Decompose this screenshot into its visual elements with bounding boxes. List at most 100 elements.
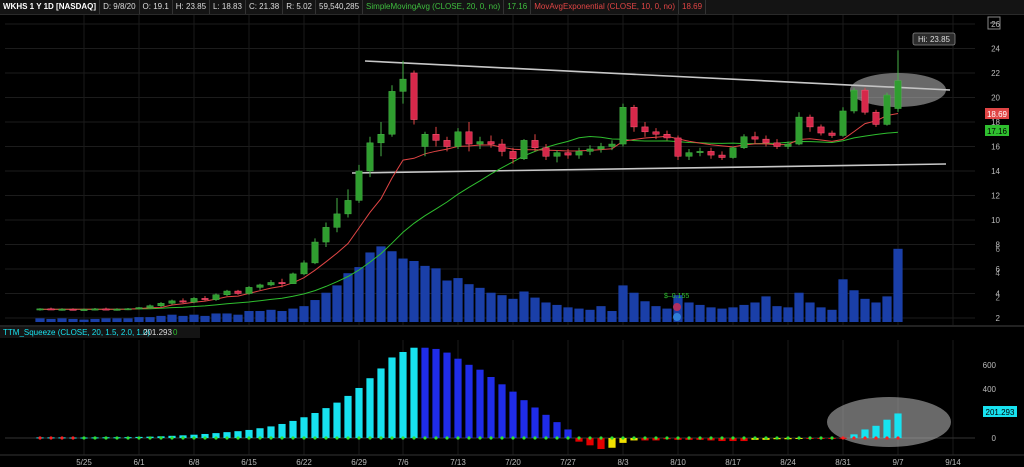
squeeze-dot [830,436,834,440]
squeeze-study-value: 201.293 [143,328,172,337]
candle-body [773,142,781,147]
volume-bar [189,314,199,322]
squeeze-bar [597,438,605,449]
candle-body [608,143,616,147]
candle [685,148,693,160]
date-tick-label: 8/10 [670,458,686,467]
candle-body [784,143,792,147]
candle [47,307,55,311]
candle-body [91,308,99,311]
candle-body [542,147,550,157]
candle [795,112,803,146]
date-tick-label: 8/31 [835,458,851,467]
squeeze-dot [511,436,515,440]
squeeze-dot [247,436,251,440]
volume-bar [321,292,331,322]
squeeze-dot [885,436,889,440]
squeeze-dot [115,436,119,440]
squeeze-dot [533,436,537,440]
squeeze-bar [454,358,462,438]
candle-body [212,294,220,300]
squeeze-bar [399,351,407,438]
candle [333,197,341,233]
candle [289,272,297,284]
candle [894,50,902,112]
volume-bar [728,307,738,322]
price-tick-label: 20 [991,94,1000,103]
squeeze-dot [137,436,141,440]
squeeze-bar [344,395,352,438]
candle-body [575,151,583,156]
volume-bar [497,295,507,322]
volume-bar [79,319,89,322]
candle [707,147,715,159]
candle-body [311,241,319,264]
candle-body [586,148,594,152]
squeeze-dot [797,436,801,440]
volume-bar [794,292,804,322]
volume-bar [706,307,716,322]
squeeze-dot [819,436,823,440]
squeeze-bar [531,407,539,438]
volume-bar [585,309,595,322]
squeeze-bar [894,413,902,438]
candle [663,130,671,141]
candle-body [894,80,902,109]
candle-body [509,151,517,159]
candle-body [80,309,88,311]
candle [575,147,583,159]
candle-body [146,305,154,308]
candle [36,308,44,311]
squeeze-dot [181,436,185,440]
dividend-label: $–0.155 [664,293,689,300]
squeeze-dot [720,436,724,440]
squeeze-dot [49,436,53,440]
volume-bar [167,314,177,322]
squeeze-dot [863,436,867,440]
stock-chart[interactable]: 246 2468101214161820222426 Hi: 23.85 $–0… [0,0,1024,467]
candle-body [267,282,275,286]
squeeze-dot [269,436,273,440]
candle-body [289,273,297,284]
squeeze-dot [258,436,262,440]
volume-bar [332,285,342,322]
candle-body [366,142,374,172]
candle-body [124,308,132,311]
candle-body [377,134,385,144]
squeeze-dot [753,436,757,440]
candle-body [817,126,825,134]
squeeze-dot [346,436,350,440]
volume-bar [101,318,111,322]
candle [201,295,209,301]
oscillator-tick-label: 400 [983,385,997,394]
squeeze-dot [874,436,878,440]
candle [91,307,99,311]
candle [476,136,484,149]
candle-body [498,143,506,152]
volume-bar [453,278,463,322]
squeeze-bar [465,364,473,438]
candle [520,139,528,160]
high-callout: Hi: 23.85 [912,32,956,46]
sma-value-tag: 17.16 [985,125,1009,136]
volume-bar [860,298,870,322]
candle [751,131,759,145]
date-tick-label: 7/20 [505,458,521,467]
volume-bar [893,248,903,322]
candle [322,222,330,247]
squeeze-dot [192,436,196,440]
squeeze-value-tag: 201.293 [983,406,1017,417]
volume-bar [244,311,254,322]
volume-bar [717,308,727,322]
candle [432,126,440,147]
candle [597,142,605,153]
candle [872,109,880,127]
candle [773,139,781,149]
candle [487,135,495,148]
volume-bar [519,291,529,322]
event-marker-red-icon [673,303,681,311]
squeeze-dot [808,436,812,440]
squeeze-bar [300,417,308,438]
price-tick-label: 12 [991,192,1000,201]
volume-bar [552,304,562,322]
